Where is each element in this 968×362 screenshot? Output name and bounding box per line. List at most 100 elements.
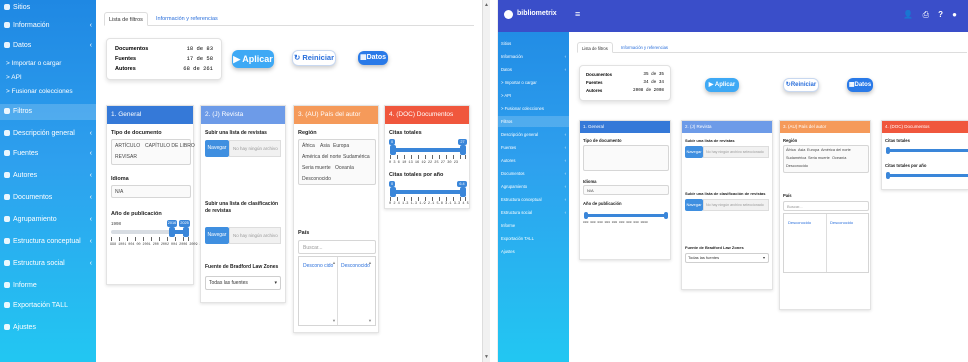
sidebar-item[interactable]: Informe <box>0 278 96 294</box>
language-select[interactable]: N/A <box>111 185 191 198</box>
sidebar-item[interactable]: Estructura conceptual ‹ <box>0 234 96 250</box>
tab-filter-list[interactable]: Lista de filtros <box>577 42 613 53</box>
scroll-down-icon[interactable]: ▼ <box>368 318 372 323</box>
year-slider[interactable] <box>111 227 189 237</box>
region-chip[interactable]: América del norte <box>821 148 851 152</box>
region-chip[interactable]: Seria muerte <box>302 165 331 171</box>
apply-button[interactable]: ▶ Aplicar <box>232 50 274 68</box>
sidebar-item[interactable]: Información ‹ <box>0 18 96 34</box>
doc-type-chip[interactable]: ARTÍCULO <box>115 143 140 149</box>
total-cites-slider[interactable] <box>390 145 466 155</box>
language-select[interactable]: N/A <box>583 185 669 195</box>
browse-button[interactable]: Navegar <box>205 227 229 244</box>
sidebar-item[interactable]: Agrupamiento ‹ <box>0 212 96 228</box>
hamburger-icon[interactable]: ≡ <box>575 9 580 19</box>
sidebar-item[interactable]: Informe <box>498 220 569 231</box>
sidebar-item[interactable]: Datos ‹ <box>498 64 569 75</box>
sidebar-item[interactable]: Exportación TALL <box>498 233 569 244</box>
region-chip[interactable]: Europa <box>333 143 349 149</box>
region-chip[interactable]: Desconocido <box>302 176 331 182</box>
country-listbox[interactable]: Descono cido Desconocido ▲ ▼ ▲ ▼ <box>298 256 376 326</box>
data-button[interactable]: ▦Datos <box>358 51 388 65</box>
share-icon[interactable]: ⎙ <box>923 10 929 20</box>
region-chip[interactable]: Sudamérica <box>343 154 370 160</box>
list-item[interactable]: Descono cido <box>303 263 333 269</box>
chat-icon[interactable]: ● <box>952 10 957 19</box>
tab-info-references[interactable]: Información y referencias <box>617 42 673 53</box>
list-item[interactable]: Desconocido <box>788 220 811 225</box>
list-item[interactable]: Desconocido <box>830 220 853 225</box>
reset-button[interactable]: ↻Reiniciar <box>783 78 819 92</box>
region-chip[interactable]: Oceanía <box>335 165 354 171</box>
file-name-field[interactable]: No hay ningún archivo <box>229 227 281 244</box>
region-chip[interactable]: Oceanía <box>832 156 846 160</box>
slider-handle[interactable] <box>584 212 588 219</box>
list-item[interactable]: Desconocido <box>341 263 370 269</box>
country-search-input[interactable]: Buscar... <box>298 240 376 254</box>
file-name-field[interactable]: No hay ningún archivo <box>229 140 281 157</box>
slider-handle[interactable] <box>169 227 175 237</box>
scrollbar[interactable]: ▲ ▼ <box>482 0 490 362</box>
region-chip[interactable]: Sudamérica <box>786 156 806 160</box>
file-name-field[interactable]: No hay ningún archivo seleccionado <box>703 199 769 211</box>
bradford-select[interactable]: Todas las fuentes ▾ <box>205 276 281 290</box>
region-chip[interactable]: Asia <box>798 148 805 152</box>
sidebar-item[interactable]: Exportación TALL <box>0 298 96 314</box>
browse-button[interactable]: Navegar <box>685 146 703 158</box>
browse-button[interactable]: Navegar <box>685 199 703 211</box>
sidebar-item[interactable]: Documentos ‹ <box>498 168 569 179</box>
scroll-up-icon[interactable]: ▲ <box>484 2 489 8</box>
data-button[interactable]: ▦Datos <box>847 78 873 92</box>
sidebar-item[interactable]: Filtros <box>498 116 569 127</box>
sidebar-item[interactable]: Autores ‹ <box>498 155 569 166</box>
help-icon[interactable]: ? <box>938 10 943 19</box>
sidebar-item[interactable]: > Importar o cargar <box>498 77 569 88</box>
sidebar-item[interactable]: Sitios <box>0 0 96 16</box>
doc-type-select[interactable] <box>583 145 669 171</box>
browse-button[interactable]: Navegar <box>205 140 229 157</box>
region-chip[interactable]: Desconocido <box>786 164 808 168</box>
region-chip[interactable]: Asia <box>320 143 330 149</box>
region-select[interactable]: África Asia Europa América del norte Sud… <box>783 145 869 173</box>
country-listbox[interactable]: Desconocido Desconocido <box>783 213 869 273</box>
doc-type-select[interactable]: ARTÍCULO CAPÍTULO DE LIBRO REVISAR <box>111 139 195 165</box>
file-name-field[interactable]: No hay ningún archivo seleccionado <box>703 146 769 158</box>
slider-handle[interactable] <box>460 187 466 197</box>
slider-handle[interactable] <box>886 147 890 154</box>
bradford-select[interactable]: Todas las fuentes ▾ <box>685 253 769 263</box>
country-search-input[interactable]: Buscar... <box>783 201 869 211</box>
cites-per-year-slider[interactable] <box>886 172 968 179</box>
scroll-up-icon[interactable]: ▲ <box>368 260 372 265</box>
sidebar-item[interactable]: > Fusionar colecciones <box>0 84 96 100</box>
sidebar-item[interactable]: Filtros <box>0 104 96 120</box>
sidebar-item[interactable]: Documentos ‹ <box>0 190 96 206</box>
slider-handle[interactable] <box>390 145 396 155</box>
region-chip[interactable]: Seria muerte <box>808 156 830 160</box>
scroll-down-icon[interactable]: ▼ <box>484 354 489 360</box>
total-cites-slider[interactable] <box>886 147 968 154</box>
sidebar-item[interactable]: Estructura social ‹ <box>498 207 569 218</box>
sidebar-item[interactable]: Descripción general ‹ <box>0 126 96 142</box>
doc-type-chip[interactable]: REVISAR <box>115 154 137 160</box>
sidebar-item[interactable]: Fuentes ‹ <box>498 142 569 153</box>
apply-button[interactable]: ▶ Aplicar <box>705 78 739 92</box>
slider-handle[interactable] <box>460 145 466 155</box>
sidebar-item[interactable]: Ajustes <box>0 320 96 336</box>
sidebar-item[interactable]: Sitios <box>498 38 569 49</box>
scroll-up-icon[interactable]: ▲ <box>332 260 336 265</box>
sidebar-item[interactable]: Información ‹ <box>498 51 569 62</box>
slider-handle[interactable] <box>886 172 890 179</box>
region-chip[interactable]: Europa <box>807 148 819 152</box>
user-icon[interactable]: 👤 <box>903 10 913 19</box>
sidebar-item[interactable]: Fuentes ‹ <box>0 146 96 162</box>
sidebar-item[interactable]: Datos ‹ <box>0 38 96 54</box>
sidebar-item[interactable]: > API <box>498 90 569 101</box>
sidebar-item[interactable]: Estructura conceptual ‹ <box>498 194 569 205</box>
tab-filter-list[interactable]: Lista de filtros <box>104 12 148 26</box>
sidebar-item[interactable]: Ajustes <box>498 246 569 257</box>
slider-handle[interactable] <box>390 187 396 197</box>
sidebar-item[interactable]: Autores ‹ <box>0 168 96 184</box>
scroll-down-icon[interactable]: ▼ <box>332 318 336 323</box>
sidebar-item[interactable]: Estructura social ‹ <box>0 256 96 272</box>
region-chip[interactable]: África <box>302 143 315 149</box>
